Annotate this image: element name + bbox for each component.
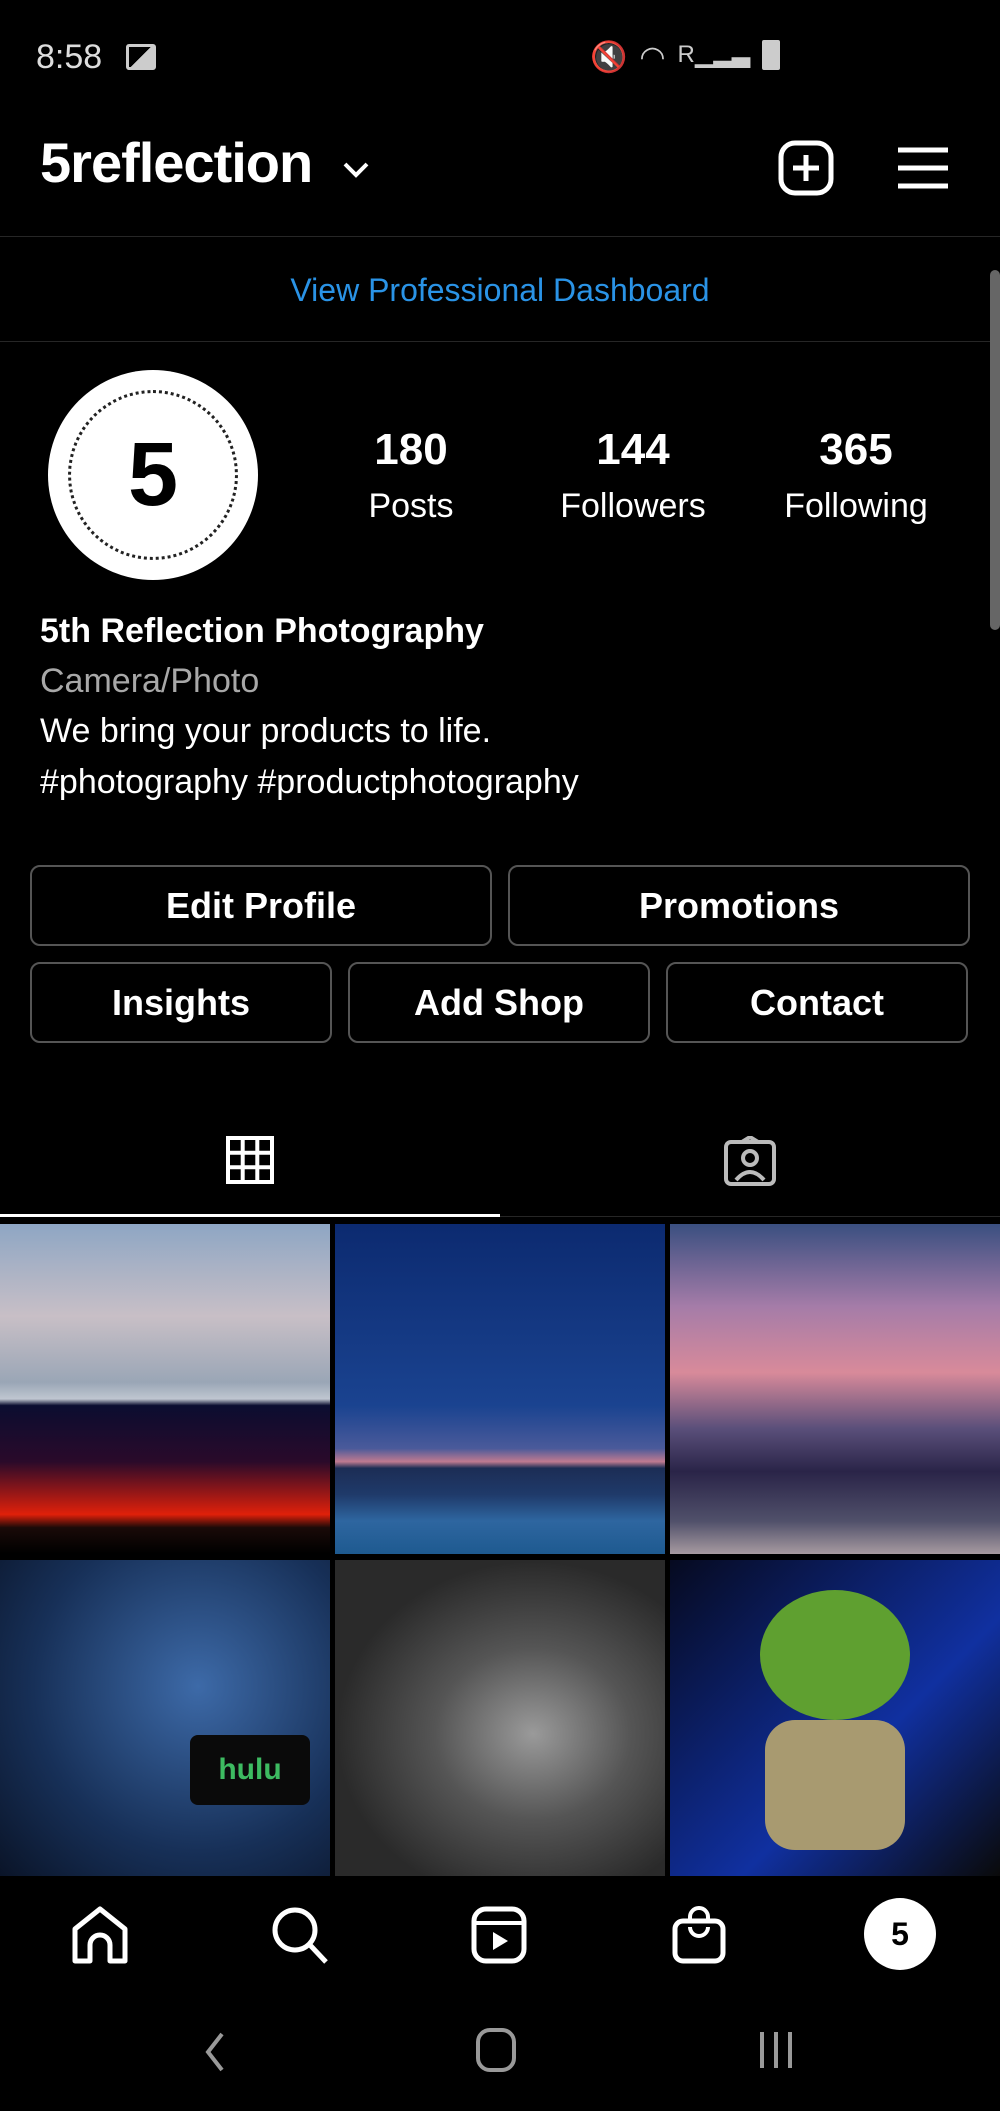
new-post-icon[interactable]: [778, 140, 834, 196]
followers-count: 144: [596, 425, 670, 474]
profile-bio: We bring your products to life.: [40, 712, 492, 750]
recents-icon[interactable]: [756, 2030, 796, 2070]
wifi-icon: ◠: [639, 41, 666, 74]
divider: [500, 1216, 1000, 1217]
signal-icon: R▁▂▃: [677, 41, 751, 68]
grid-post-hulu[interactable]: hulu: [0, 1560, 330, 1876]
grid-post-ocean-sunset[interactable]: [670, 1224, 1000, 1554]
posts-count: 180: [374, 425, 448, 474]
profile-category: Camera/Photo: [40, 662, 260, 700]
search-icon[interactable]: [270, 1905, 330, 1965]
active-tab-indicator: [0, 1214, 500, 1217]
profile-hashtags[interactable]: #photography #productphotography: [40, 763, 579, 802]
grid-icon[interactable]: [226, 1136, 274, 1184]
gallery-icon: [126, 44, 156, 70]
scrollbar[interactable]: [990, 270, 1000, 630]
profile-avatar[interactable]: 5: [48, 370, 258, 580]
following-count: 365: [819, 425, 893, 474]
avatar-logo: 5: [127, 424, 179, 525]
yoda-body: [765, 1720, 905, 1850]
back-icon[interactable]: [200, 2030, 230, 2074]
view-professional-dashboard-link[interactable]: View Professional Dashboard: [0, 272, 1000, 309]
yoda-head: [760, 1590, 910, 1720]
divider: [0, 236, 1000, 237]
stat-following[interactable]: 365 Following: [756, 425, 956, 526]
status-icons: 🔇 ◠ R▁▂▃: [590, 40, 781, 75]
shop-icon[interactable]: [670, 1905, 730, 1965]
status-time: 8:58: [36, 38, 103, 76]
insights-button[interactable]: Insights: [30, 962, 332, 1043]
divider: [0, 341, 1000, 342]
username-title[interactable]: 5reflection: [40, 130, 313, 195]
stat-followers[interactable]: 144 Followers: [533, 425, 733, 526]
home-button-icon[interactable]: [474, 2026, 518, 2074]
chevron-down-icon[interactable]: [342, 160, 370, 180]
hulu-logo: hulu: [190, 1735, 310, 1805]
tagged-icon[interactable]: [724, 1136, 776, 1186]
stat-posts[interactable]: 180 Posts: [311, 425, 511, 526]
grid-post-sunset[interactable]: [0, 1224, 330, 1554]
contact-button[interactable]: Contact: [666, 962, 968, 1043]
promotions-button[interactable]: Promotions: [508, 865, 970, 946]
edit-profile-button[interactable]: Edit Profile: [30, 865, 492, 946]
following-label: Following: [784, 487, 928, 525]
home-icon[interactable]: [70, 1905, 130, 1965]
battery-charging-icon: [762, 40, 781, 70]
profile-tab-avatar[interactable]: 5: [864, 1898, 936, 1970]
followers-label: Followers: [560, 487, 706, 525]
mute-icon: 🔇: [590, 41, 628, 74]
menu-icon[interactable]: [898, 146, 948, 190]
grid-post-maternity[interactable]: [335, 1560, 665, 1876]
grid-post-yoda[interactable]: [670, 1560, 1000, 1876]
posts-label: Posts: [368, 487, 454, 525]
reels-icon[interactable]: [470, 1905, 530, 1965]
grid-post-blue-mountains[interactable]: [335, 1224, 665, 1554]
add-shop-button[interactable]: Add Shop: [348, 962, 650, 1043]
profile-name: 5th Reflection Photography: [40, 612, 484, 650]
